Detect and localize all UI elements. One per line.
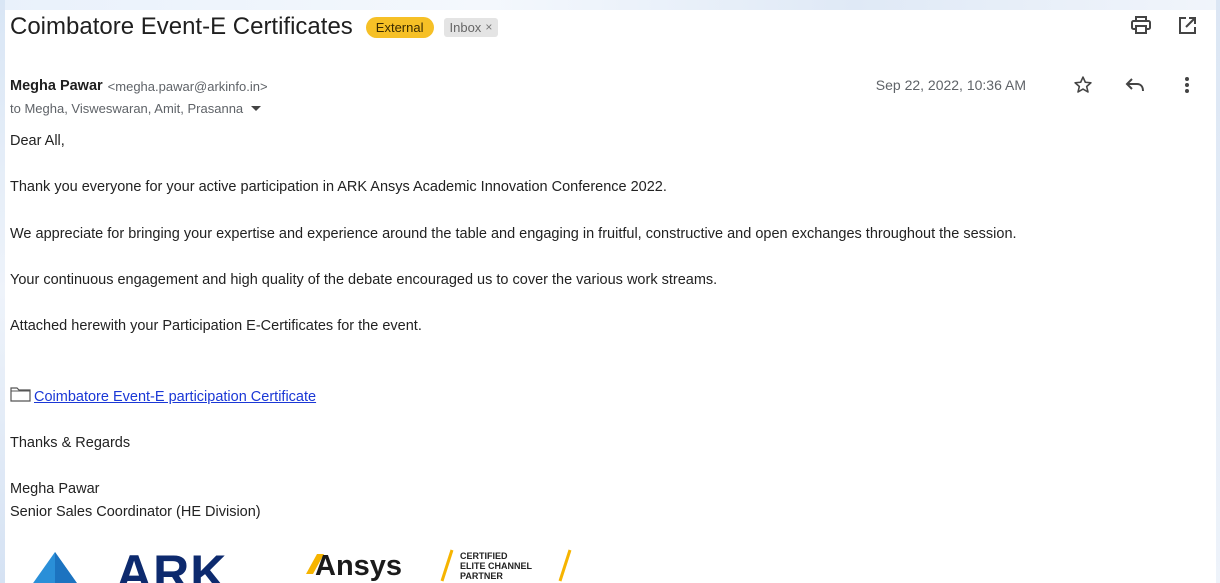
remove-label-icon[interactable]: × (485, 20, 492, 34)
caret-down-icon[interactable] (251, 106, 262, 111)
signature-name: Megha Pawar (10, 481, 100, 497)
body-paragraph-3: Your continuous engagement and high qual… (10, 272, 718, 288)
more-vert-icon[interactable] (1176, 74, 1198, 96)
inbox-label-text: Inbox (449, 19, 482, 35)
message-date: Sep 22, 2022, 10:36 AM (875, 77, 1026, 93)
inbox-label[interactable]: Inbox × (443, 17, 499, 37)
partner-line-1: CERTIFIED (460, 551, 508, 561)
open-in-new-icon[interactable] (1176, 14, 1198, 36)
window-right-edge (1216, 0, 1220, 583)
reply-icon[interactable] (1124, 74, 1146, 96)
body-greeting: Dear All, (10, 133, 65, 149)
external-label: External (365, 16, 434, 38)
folder-icon (10, 386, 31, 407)
sender-email: <megha.pawar@arkinfo.in> (107, 78, 268, 94)
ark-logo-triangle (33, 552, 77, 583)
signature-logos: ARK Ansys CERTIFIED ELITE CHANNEL PARTNE… (28, 546, 628, 583)
star-icon[interactable] (1072, 74, 1094, 96)
window-top-background (0, 0, 1220, 10)
body-paragraph-1: Thank you everyone for your active parti… (10, 179, 667, 195)
attachment-row: Coimbatore Event-E participation Certifi… (10, 386, 316, 407)
partner-line-2: ELITE CHANNEL (460, 561, 533, 571)
ark-logo-text: ARK (116, 546, 227, 583)
recipients-row: to Megha, Visweswaran, Amit, Prasanna (10, 101, 262, 116)
closing-text: Thanks & Regards (10, 435, 131, 451)
partner-line-3: PARTNER (460, 571, 503, 581)
signature-title: Senior Sales Coordinator (HE Division) (10, 504, 261, 520)
recipients-list: to Megha, Visweswaran, Amit, Prasanna (10, 101, 244, 116)
print-icon[interactable] (1130, 14, 1152, 36)
message-meta: Sep 22, 2022, 10:36 AM (876, 74, 1198, 96)
body-paragraph-4: Attached herewith your Participation E-C… (10, 318, 422, 334)
sender-name[interactable]: Megha Pawar (10, 78, 103, 94)
thread-actions (1130, 14, 1198, 36)
body-paragraph-2: We appreciate for bringing your expertis… (10, 226, 1017, 242)
ansys-logo: Ansys (306, 550, 402, 582)
ansys-logo-text: Ansys (315, 550, 402, 582)
window-left-edge (0, 0, 5, 583)
certified-partner-badge: CERTIFIED ELITE CHANNEL PARTNER (440, 549, 572, 582)
subject-row: Coimbatore Event-E Certificates External… (10, 12, 1210, 42)
email-subject: Coimbatore Event-E Certificates (10, 13, 353, 40)
attachment-link[interactable]: Coimbatore Event-E participation Certifi… (34, 389, 316, 405)
